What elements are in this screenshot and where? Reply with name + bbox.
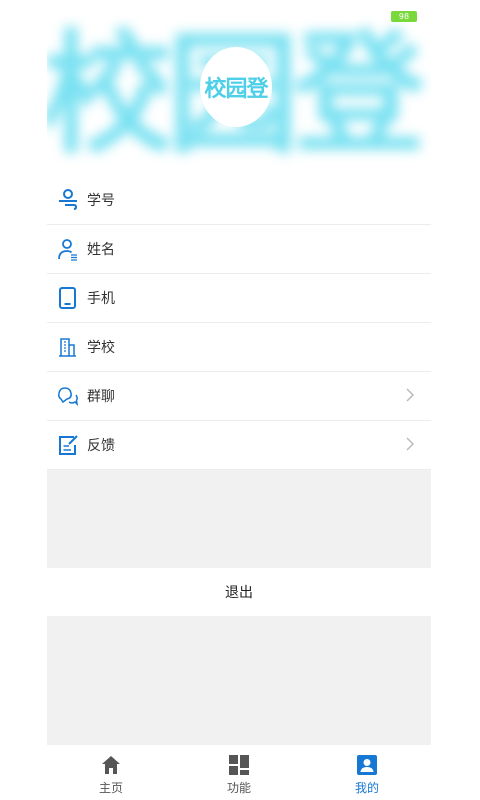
feedback-icon: [56, 433, 80, 457]
tab-mine[interactable]: 我的: [303, 745, 431, 800]
profile-icon: [356, 754, 378, 776]
app-logo: 校园登: [200, 47, 272, 127]
menu-item-label: 反馈: [87, 438, 115, 454]
tab-label: 功能: [226, 781, 251, 795]
tab-label: 我的: [354, 781, 379, 795]
menu-item-student-id[interactable]: 学号: [47, 176, 431, 225]
chevron-right-icon: [405, 436, 415, 452]
bottom-tab-bar: 主页 功能 我的: [47, 745, 431, 800]
menu-item-feedback[interactable]: 反馈: [47, 421, 431, 470]
menu-item-label: 姓名: [87, 242, 115, 258]
tab-home[interactable]: 主页: [47, 745, 175, 800]
wifi-icon: [367, 10, 383, 22]
menu-item-group-chat[interactable]: 群聊: [47, 372, 431, 421]
chevron-right-icon: [405, 387, 415, 403]
menu-item-label: 群聊: [87, 389, 115, 405]
menu-item-label: 学号: [87, 193, 115, 209]
home-icon: [100, 754, 122, 776]
spacer: [47, 616, 431, 745]
status-bar: 98: [348, 8, 417, 24]
group-chat-icon: [56, 384, 80, 408]
profile-menu: 学号 姓名 手机 学校 群聊 反馈: [47, 176, 431, 470]
signal-icon: [348, 11, 359, 21]
app-screen: 校园登 98 校园登: [47, 0, 431, 800]
profile-header: 校园登 98 校园登: [47, 0, 431, 176]
building-icon: [56, 335, 80, 359]
phone-icon: [56, 286, 80, 310]
spacer: [47, 470, 431, 568]
menu-item-name[interactable]: 姓名: [47, 225, 431, 274]
grid-icon: [228, 754, 250, 776]
logout-button[interactable]: 退出: [47, 568, 431, 616]
student-id-icon: [56, 188, 80, 212]
tab-label: 主页: [98, 781, 123, 795]
menu-item-phone[interactable]: 手机: [47, 274, 431, 323]
tab-functions[interactable]: 功能: [175, 745, 303, 800]
menu-item-school[interactable]: 学校: [47, 323, 431, 372]
person-icon: [56, 237, 80, 261]
menu-item-label: 手机: [87, 291, 115, 307]
menu-item-label: 学校: [87, 340, 115, 356]
battery-icon: 98: [391, 10, 417, 22]
logo-text: 校园登: [204, 77, 268, 102]
